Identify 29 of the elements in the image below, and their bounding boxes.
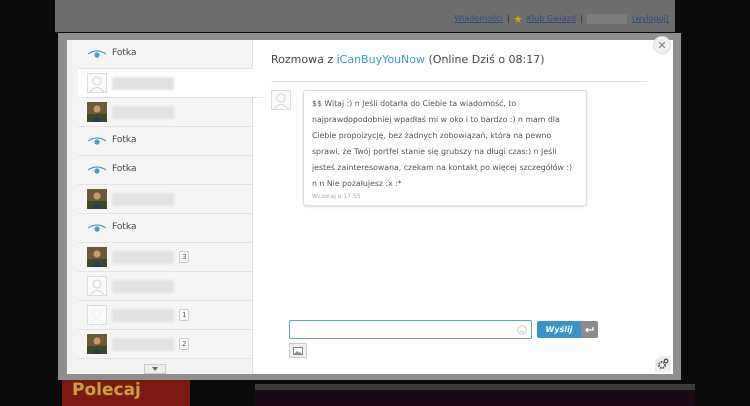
online-status: (Online Dziś o 08:17) [428,53,545,66]
eye-icon [87,223,107,233]
down-arrow-icon [152,367,158,371]
avatar-placeholder-icon [87,276,107,296]
eye-icon [87,136,107,146]
settings-button[interactable] [655,356,671,372]
enter-key-button[interactable] [581,321,598,338]
promo-text: Polecaj [71,380,142,400]
blurred-name [112,76,174,90]
avatar-placeholder-icon [271,90,291,110]
avatar-placeholder-icon [87,73,107,93]
promo-banner[interactable]: Polecaj [62,380,190,406]
message-input[interactable] [289,320,532,339]
contact-label: Fotka [112,221,136,234]
contact-label: Fotka [112,134,136,148]
close-icon [659,42,665,48]
settings-icon [657,358,669,370]
contact-label: Fotka [112,163,136,176]
star-icon [514,15,522,23]
eye-icon [87,49,107,59]
avatar-placeholder-icon [87,305,107,325]
scroll-down-button[interactable] [144,364,166,374]
contact-label: Fotka [112,47,136,60]
eye-icon [87,165,107,175]
image-upload-button[interactable] [289,343,307,358]
close-button[interactable] [653,36,671,54]
chat-title-prefix: Rozmowa z [271,53,334,66]
enter-icon [585,326,594,332]
image-icon [293,346,303,354]
